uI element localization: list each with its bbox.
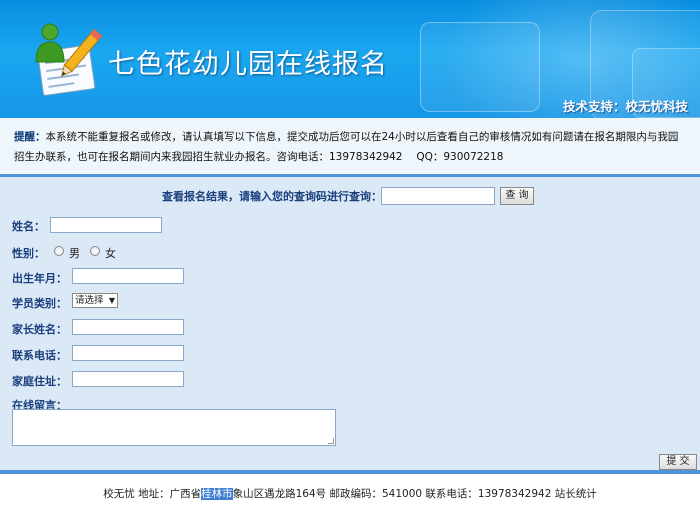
footer-address-prefix: 校无忧 地址：广西省 [103, 488, 202, 500]
address-label: 家庭住址： [12, 375, 67, 388]
birthdate-input[interactable] [72, 268, 184, 284]
category-label: 学员类别： [12, 297, 67, 310]
category-selected-value: 请选择 [75, 295, 104, 306]
address-input[interactable] [72, 371, 184, 387]
registration-form-icon [35, 23, 103, 96]
header-decoration [420, 22, 540, 112]
gender-male-label: 男 [69, 247, 80, 260]
site-header: 七色花幼儿园在线报名 技术支持：校无忧科技 [0, 0, 700, 118]
gender-male-radio[interactable] [54, 246, 64, 256]
query-bar: 查看报名结果，请输入您的查询码进行查询： 查 询 [0, 174, 700, 212]
footer-divider [0, 470, 700, 474]
message-textarea[interactable] [12, 409, 336, 446]
parent-name-input[interactable] [72, 319, 184, 335]
query-label: 查看报名结果，请输入您的查询码进行查询： [162, 190, 382, 203]
footer-address-suffix: 象山区遇龙路164号 邮政编码：541000 联系电话：13978342942 … [232, 488, 597, 500]
query-code-input[interactable] [381, 187, 495, 205]
notice-panel: 提醒：本系统不能重复报名或修改，请认真填写以下信息，提交成功后您可以在24小时以… [0, 118, 700, 174]
birthdate-label: 出生年月： [12, 272, 67, 285]
category-select[interactable]: 请选择 ▼ [72, 293, 118, 308]
registration-form: 姓名： 性别： 男 女 出生年月： 学员类别： 请选择 ▼ 家长姓名： 联系电话… [0, 212, 700, 470]
notice-label: 提醒： [14, 131, 46, 143]
gender-female-radio[interactable] [90, 246, 100, 256]
name-label: 姓名： [12, 220, 45, 233]
chevron-down-icon: ▼ [108, 296, 115, 305]
name-input[interactable] [50, 217, 162, 233]
site-title: 七色花幼儿园在线报名 [108, 49, 388, 80]
tech-support-text: 技术支持：校无忧科技 [562, 99, 688, 114]
gender-female-label: 女 [105, 247, 116, 260]
resize-grip-icon[interactable] [328, 438, 334, 444]
footer: 校无忧 地址：广西省桂林市象山区遇龙路164号 邮政编码：541000 联系电话… [0, 486, 700, 501]
notice-text: 本系统不能重复报名或修改，请认真填写以下信息，提交成功后您可以在24小时以后查看… [14, 131, 679, 163]
phone-label: 联系电话： [12, 349, 67, 362]
footer-city-highlight: 桂林市 [201, 488, 233, 500]
phone-input[interactable] [72, 345, 184, 361]
submit-button[interactable]: 提 交 [659, 454, 697, 470]
gender-label: 性别： [12, 247, 45, 260]
parent-name-label: 家长姓名： [12, 323, 67, 336]
query-button[interactable]: 查 询 [500, 187, 534, 205]
